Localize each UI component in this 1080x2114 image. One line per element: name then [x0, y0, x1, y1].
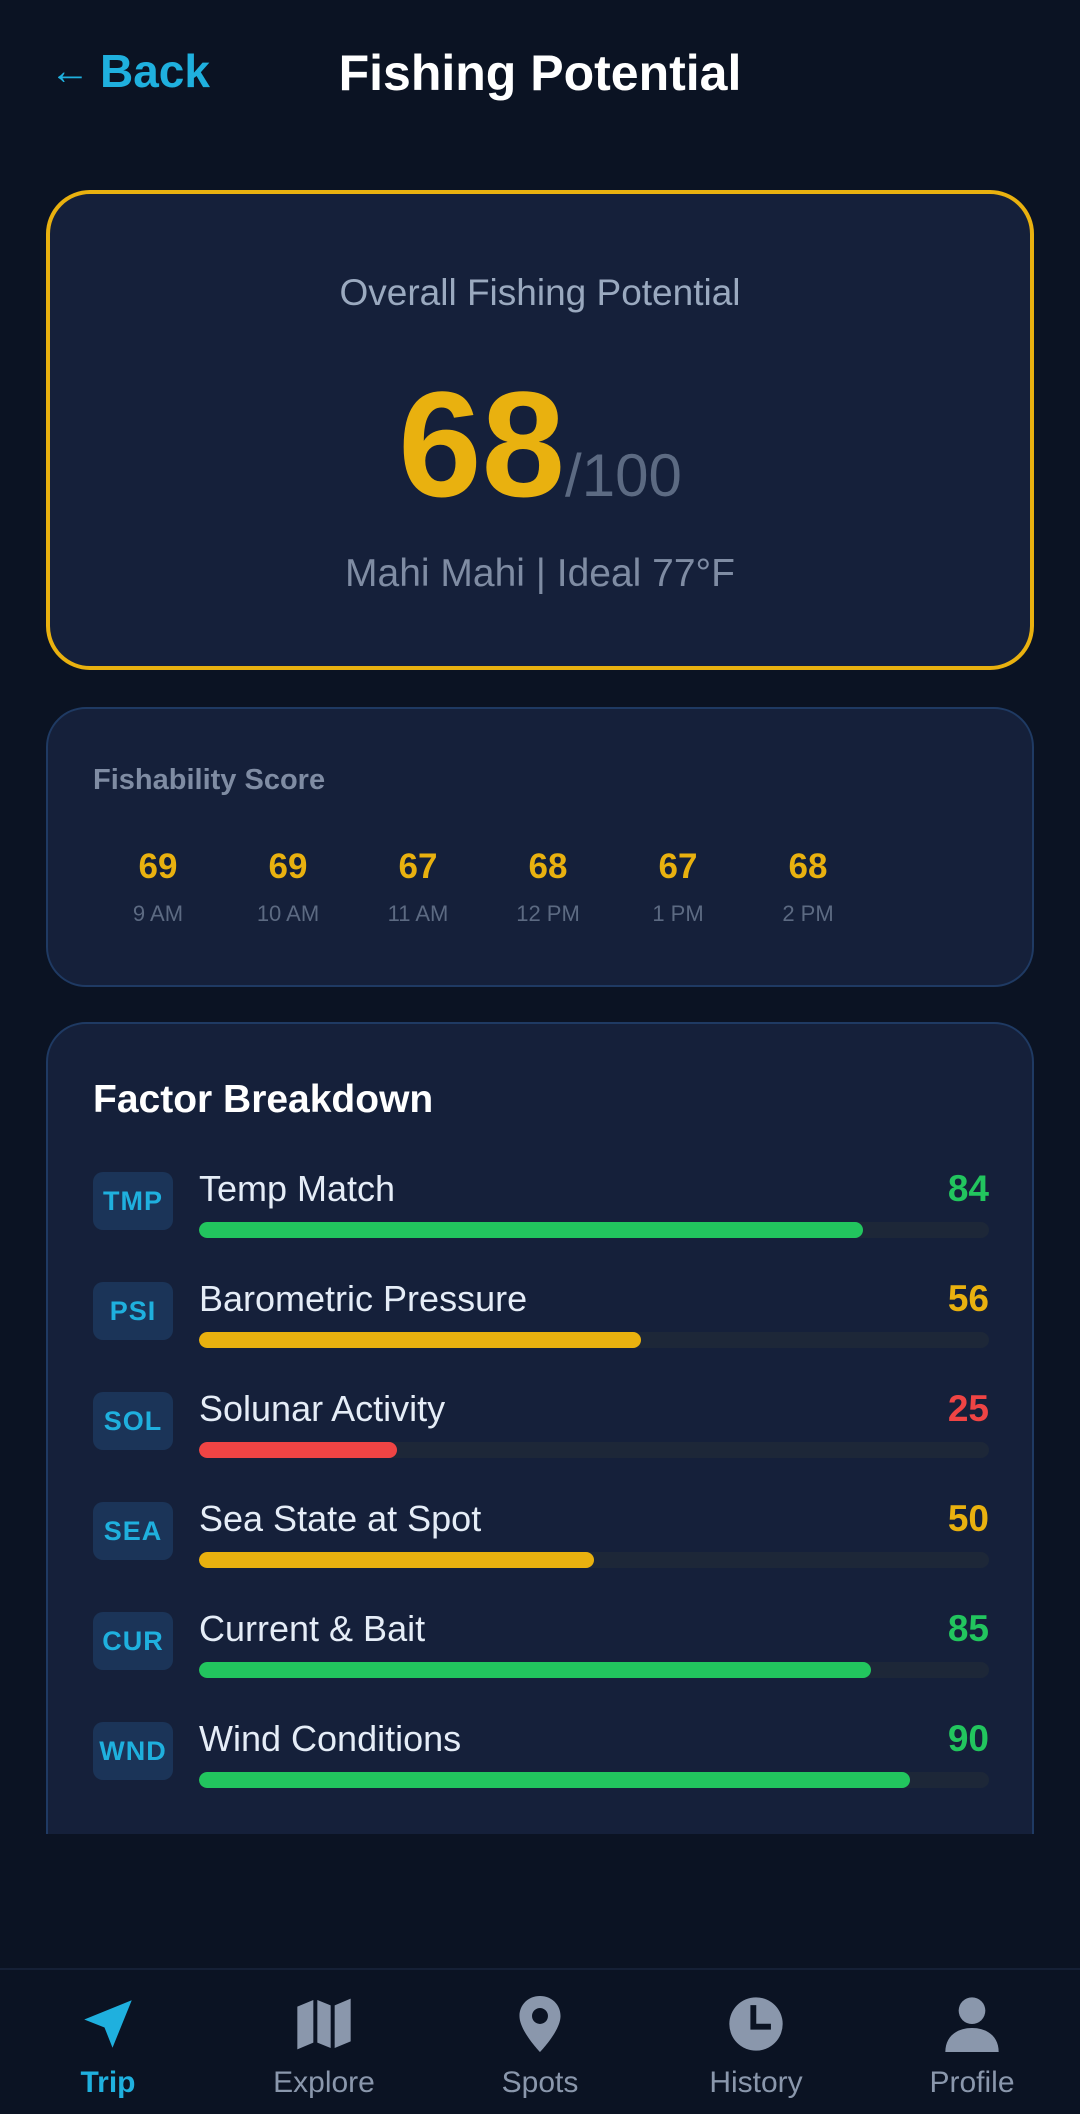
factor-value: 84 — [947, 1168, 989, 1209]
factor-progress-track — [199, 1222, 989, 1238]
factor-name: Current & Bait — [199, 1608, 426, 1649]
overall-out-of: /100 — [565, 442, 682, 509]
factor-progress-fill — [199, 1662, 871, 1678]
factor-progress-fill — [199, 1222, 863, 1238]
factor-value: 25 — [947, 1388, 989, 1429]
nav-item-history[interactable]: History — [648, 1970, 864, 2114]
header: ← Back Fishing Potential — [0, 0, 1080, 150]
nav-item-profile[interactable]: Profile — [864, 1970, 1080, 2114]
nav-label: Spots — [501, 2066, 579, 2099]
hour-score-item: 67 1 PM — [613, 847, 743, 927]
factor-value: 56 — [947, 1278, 989, 1319]
factor-progress-track — [199, 1772, 989, 1788]
factor-row: CUR Current & Bait 85 — [93, 1608, 989, 1720]
factor-value: 85 — [947, 1608, 989, 1649]
overall-score-line: 68/100 — [50, 369, 1030, 519]
factor-name: Sea State at Spot — [199, 1498, 482, 1539]
factor-row: WND Wind Conditions 90 — [93, 1718, 989, 1830]
factor-row: PSI Barometric Pressure 56 — [93, 1278, 989, 1390]
nav-item-spots[interactable]: Spots — [432, 1970, 648, 2114]
factor-progress-fill — [199, 1552, 594, 1568]
factor-name: Solunar Activity — [199, 1388, 446, 1429]
map-pin-icon — [508, 1992, 572, 2056]
factor-row: SEA Sea State at Spot 50 — [93, 1498, 989, 1610]
factor-progress-track — [199, 1442, 989, 1458]
hour-score-time: 12 PM — [516, 901, 580, 926]
hour-score-value: 68 — [528, 847, 568, 886]
person-icon — [940, 1992, 1004, 2056]
overall-label: Overall Fishing Potential — [339, 272, 741, 313]
nav-label: Trip — [80, 2066, 136, 2099]
nav-label: History — [709, 2066, 803, 2099]
clock-icon — [724, 1992, 788, 2056]
factor-value: 50 — [947, 1498, 989, 1539]
factor-name: Temp Match — [199, 1168, 396, 1209]
factor-list: TMP Temp Match 84 PSI Barometric Pressur… — [93, 1168, 989, 1830]
fishability-label: Fishability Score — [93, 764, 326, 796]
factor-code-badge: TMP — [93, 1172, 173, 1230]
nav-label: Explore — [273, 2066, 375, 2099]
factor-name: Barometric Pressure — [199, 1278, 528, 1319]
hour-score-value: 67 — [398, 847, 438, 886]
fishing-potential-screen: ← Back Fishing Potential Overall Fishing… — [0, 0, 1080, 2114]
factor-progress-track — [199, 1332, 989, 1348]
bottom-navigation: Trip Explore Spots History Profile — [0, 1968, 1080, 2114]
factor-row: SOL Solunar Activity 25 — [93, 1388, 989, 1500]
hour-score-item: 69 10 AM — [223, 847, 353, 927]
overall-score: 68 — [398, 360, 566, 528]
hour-score-time: 11 AM — [387, 901, 449, 926]
factor-progress-fill — [199, 1332, 642, 1348]
map-icon — [292, 1992, 356, 2056]
factor-breakdown-heading: Factor Breakdown — [93, 1078, 434, 1121]
nav-item-trip[interactable]: Trip — [0, 1970, 216, 2114]
hour-score-time: 1 PM — [652, 901, 704, 926]
overall-species-info: Mahi Mahi | Ideal 77°F — [345, 552, 735, 595]
hour-score-time: 2 PM — [782, 901, 834, 926]
factor-scroll-area[interactable]: Factor Breakdown TMP Temp Match 84 PSI B… — [46, 1022, 1034, 1834]
hour-score-time: 9 AM — [132, 901, 184, 926]
hour-score-item: 69 9 AM — [93, 847, 223, 927]
hour-score-value: 69 — [138, 847, 178, 886]
nav-item-explore[interactable]: Explore — [216, 1970, 432, 2114]
factor-breakdown-card: Factor Breakdown TMP Temp Match 84 PSI B… — [46, 1022, 1034, 1834]
hour-score-value: 68 — [788, 847, 828, 886]
hour-score-time: 10 AM — [256, 901, 320, 926]
factor-code-badge: CUR — [93, 1612, 173, 1670]
factor-code-badge: SOL — [93, 1392, 173, 1450]
hour-score-item: 68 12 PM — [483, 847, 613, 927]
fishability-score-card: Fishability Score 69 9 AM 69 10 AM 67 11… — [46, 707, 1034, 987]
factor-progress-fill — [199, 1442, 397, 1458]
overall-potential-card: Overall Fishing Potential 68/100 Mahi Ma… — [46, 190, 1034, 670]
hour-score-value: 69 — [268, 847, 308, 886]
factor-progress-track — [199, 1552, 989, 1568]
factor-progress-fill — [199, 1772, 910, 1788]
navigation-arrow-icon — [76, 1992, 140, 2056]
nav-label: Profile — [929, 2066, 1015, 2099]
factor-code-badge: WND — [93, 1722, 173, 1780]
factor-progress-track — [199, 1662, 989, 1678]
factor-code-badge: SEA — [93, 1502, 173, 1560]
page-title: Fishing Potential — [338, 45, 742, 101]
hourly-scores: 69 9 AM 69 10 AM 67 11 AM 68 12 PM 67 1 … — [93, 847, 873, 927]
hour-score-value: 67 — [658, 847, 698, 886]
factor-code-badge: PSI — [93, 1282, 173, 1340]
factor-name: Wind Conditions — [199, 1718, 462, 1759]
hour-score-item: 67 11 AM — [353, 847, 483, 927]
hour-score-item: 68 2 PM — [743, 847, 873, 927]
factor-row: TMP Temp Match 84 — [93, 1168, 989, 1280]
factor-value: 90 — [947, 1718, 989, 1759]
